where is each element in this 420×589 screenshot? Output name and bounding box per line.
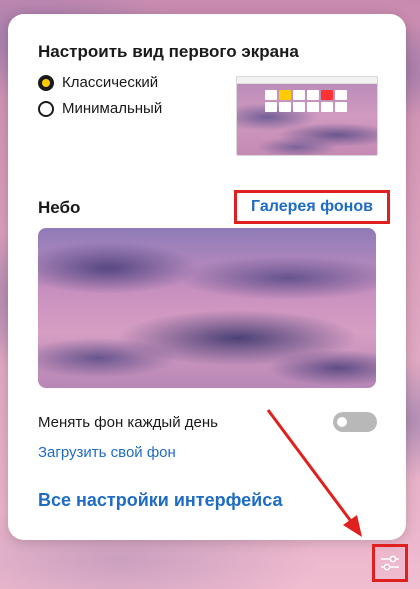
annotation-arrow bbox=[266, 409, 362, 537]
sliders-icon bbox=[381, 555, 399, 571]
customize-settings-button[interactable] bbox=[372, 544, 408, 582]
